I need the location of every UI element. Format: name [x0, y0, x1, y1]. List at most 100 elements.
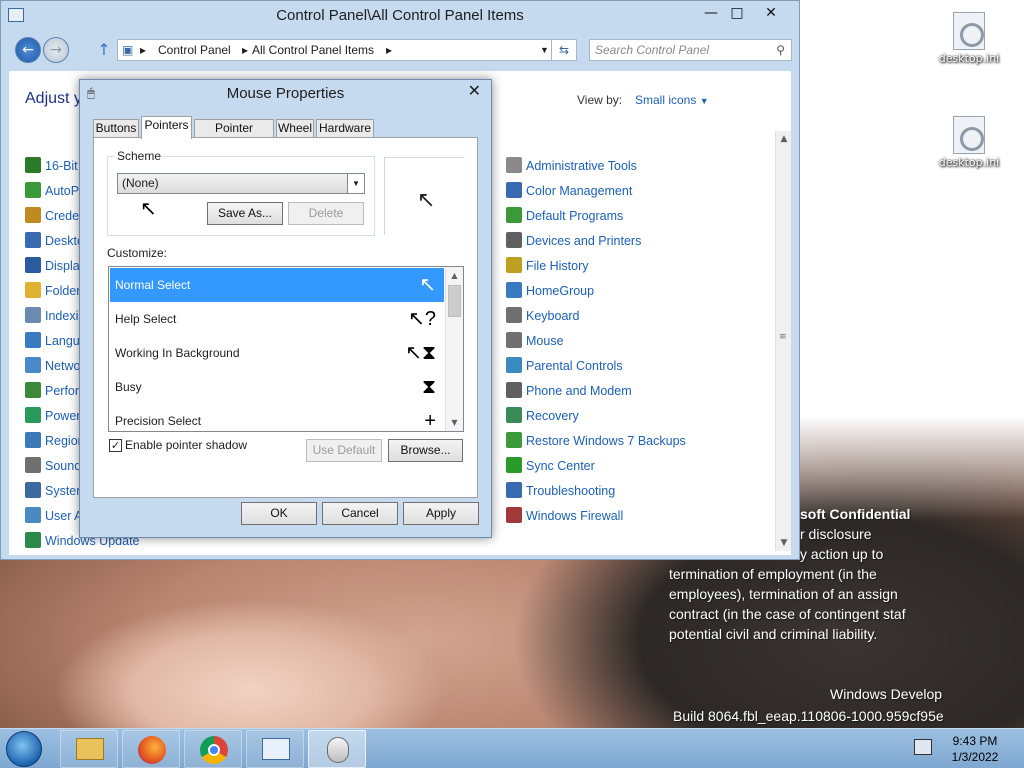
- back-button[interactable]: ←: [15, 37, 41, 63]
- scroll-up-icon[interactable]: ▲: [776, 131, 792, 147]
- applet-item[interactable]: Indexin: [25, 307, 85, 325]
- applet-item[interactable]: Default Programs: [506, 207, 623, 225]
- apply-button[interactable]: Apply: [403, 502, 479, 525]
- applet-item[interactable]: Windows Firewall: [506, 507, 623, 525]
- applet-item[interactable]: Sound: [25, 457, 81, 475]
- control-panel-applet-icon: [506, 282, 522, 298]
- applet-item[interactable]: Recovery: [506, 407, 579, 425]
- taskbar-chrome[interactable]: [184, 730, 242, 768]
- applet-item-label: Recovery: [526, 409, 579, 423]
- breadcrumb-separator: ▸: [242, 43, 249, 57]
- pointer-shadow-checkbox[interactable]: ✓: [109, 439, 122, 452]
- applet-item[interactable]: HomeGroup: [506, 282, 594, 300]
- system-clock[interactable]: 9:43 PM 1/3/2022: [940, 733, 1010, 765]
- cancel-button[interactable]: Cancel: [322, 502, 398, 525]
- cursor-list[interactable]: Normal Select ↖ Help Select ↖? Working In Ba…: [108, 266, 464, 432]
- cursor-row[interactable]: Busy ⧗: [110, 370, 444, 404]
- applet-item[interactable]: AutoP: [25, 182, 79, 200]
- cursor-row[interactable]: Normal Select ↖: [110, 268, 444, 302]
- applet-item[interactable]: Langua: [25, 332, 87, 350]
- view-by-dropdown[interactable]: Small icons ▼: [635, 93, 709, 107]
- applet-item[interactable]: Folder: [25, 282, 80, 300]
- minimize-button[interactable]: —: [697, 3, 725, 23]
- folder-icon: [76, 738, 104, 760]
- applet-item[interactable]: Restore Windows 7 Backups: [506, 432, 686, 450]
- taskbar: 9:43 PM 1/3/2022: [0, 728, 1024, 768]
- taskbar-control-panel[interactable]: [246, 730, 304, 768]
- applet-item[interactable]: Perfor: [25, 382, 79, 400]
- cursor-row[interactable]: Precision Select +: [110, 404, 444, 431]
- tab-pointers[interactable]: Pointers: [141, 116, 192, 139]
- applet-item-label: Restore Windows 7 Backups: [526, 434, 686, 448]
- applet-item[interactable]: Troubleshooting: [506, 482, 615, 500]
- control-panel-applet-icon: [25, 357, 41, 373]
- save-as-button[interactable]: Save As...: [207, 202, 283, 225]
- tab-buttons[interactable]: Buttons: [93, 119, 139, 138]
- applet-item[interactable]: Devices and Printers: [506, 232, 641, 250]
- desktop-file-icon[interactable]: desktop.ini: [934, 116, 1004, 169]
- applet-item[interactable]: Netwo: [25, 357, 80, 375]
- scroll-down-icon[interactable]: ▼: [776, 535, 792, 551]
- address-field[interactable]: ▣ ▸ Control Panel ▸ All Control Panel It…: [117, 39, 557, 61]
- delete-button[interactable]: Delete: [288, 202, 364, 225]
- control-panel-applet-icon: [25, 207, 41, 223]
- applet-item[interactable]: Color Management: [506, 182, 632, 200]
- chevron-down-icon[interactable]: ▼: [347, 174, 364, 193]
- control-panel-icon: ▣: [122, 43, 134, 57]
- applet-item[interactable]: Region: [25, 432, 85, 450]
- search-input[interactable]: Search Control Panel ⚲: [589, 39, 792, 61]
- applet-item[interactable]: File History: [506, 257, 589, 275]
- applet-item[interactable]: 16-Bit: [25, 157, 78, 175]
- applet-item[interactable]: Display: [25, 257, 86, 275]
- dialog-title: Mouse Properties: [226, 85, 345, 102]
- taskbar-explorer[interactable]: [60, 730, 118, 768]
- maximize-button[interactable]: □: [723, 3, 751, 23]
- scroll-thumb[interactable]: [448, 285, 461, 317]
- cursor-row[interactable]: Help Select ↖?: [110, 302, 444, 336]
- tab-hardware[interactable]: Hardware: [316, 119, 374, 138]
- taskbar-firefox[interactable]: [122, 730, 180, 768]
- use-default-button[interactable]: Use Default: [306, 439, 382, 462]
- taskbar-mouse-properties[interactable]: [308, 730, 366, 768]
- applet-item[interactable]: Sync Center: [506, 457, 595, 475]
- applet-item[interactable]: System: [25, 482, 87, 500]
- scroll-up-icon[interactable]: ▲: [446, 267, 463, 284]
- applet-item[interactable]: Deskto: [25, 232, 84, 250]
- applet-item[interactable]: Keyboard: [506, 307, 580, 325]
- scroll-down-icon[interactable]: ▼: [446, 414, 463, 431]
- network-icon[interactable]: [914, 739, 932, 755]
- control-panel-applet-icon: [25, 157, 41, 173]
- start-button[interactable]: [6, 731, 42, 767]
- close-button[interactable]: ✕: [468, 80, 481, 102]
- control-panel-applet-icon: [506, 232, 522, 248]
- applet-item[interactable]: Creder: [25, 207, 83, 225]
- browse-button[interactable]: Browse...: [388, 439, 463, 462]
- desktop-file-icon[interactable]: desktop.ini: [934, 12, 1004, 65]
- scheme-select[interactable]: (None) ▼: [117, 173, 365, 194]
- up-arrow-icon[interactable]: ↑: [95, 41, 113, 59]
- applet-item[interactable]: Parental Controls: [506, 357, 623, 375]
- ok-button[interactable]: OK: [241, 502, 317, 525]
- forward-button[interactable]: →: [43, 37, 69, 63]
- applet-item[interactable]: Phone and Modem: [506, 382, 632, 400]
- breadcrumb-control-panel[interactable]: Control Panel: [158, 40, 231, 60]
- breadcrumb-separator: ▸: [386, 43, 393, 57]
- address-dropdown-icon[interactable]: ▼: [540, 40, 549, 60]
- applet-item-label: Administrative Tools: [526, 159, 637, 173]
- cursor-row[interactable]: Working In Background ↖⧗: [110, 336, 444, 370]
- tab-pointer-options[interactable]: Pointer Options: [194, 119, 274, 152]
- vertical-scrollbar[interactable]: ▲ ≡ ▼: [775, 131, 791, 551]
- list-scrollbar[interactable]: ▲ ▼: [445, 267, 463, 431]
- search-icon[interactable]: ⚲: [776, 40, 785, 60]
- control-panel-applet-icon: [25, 182, 41, 198]
- desktop-icon-label: desktop.ini: [938, 156, 1000, 169]
- close-button[interactable]: ✕: [757, 3, 785, 23]
- tab-wheel[interactable]: Wheel: [276, 119, 314, 138]
- applet-item[interactable]: Administrative Tools: [506, 157, 637, 175]
- scroll-grip-icon[interactable]: ≡: [779, 333, 788, 342]
- applet-item[interactable]: Mouse: [506, 332, 564, 350]
- refresh-button[interactable]: ⇆: [551, 39, 577, 61]
- applet-item[interactable]: Power: [25, 407, 80, 425]
- applet-item[interactable]: User A: [25, 507, 83, 525]
- breadcrumb-all-items[interactable]: All Control Panel Items: [252, 40, 374, 60]
